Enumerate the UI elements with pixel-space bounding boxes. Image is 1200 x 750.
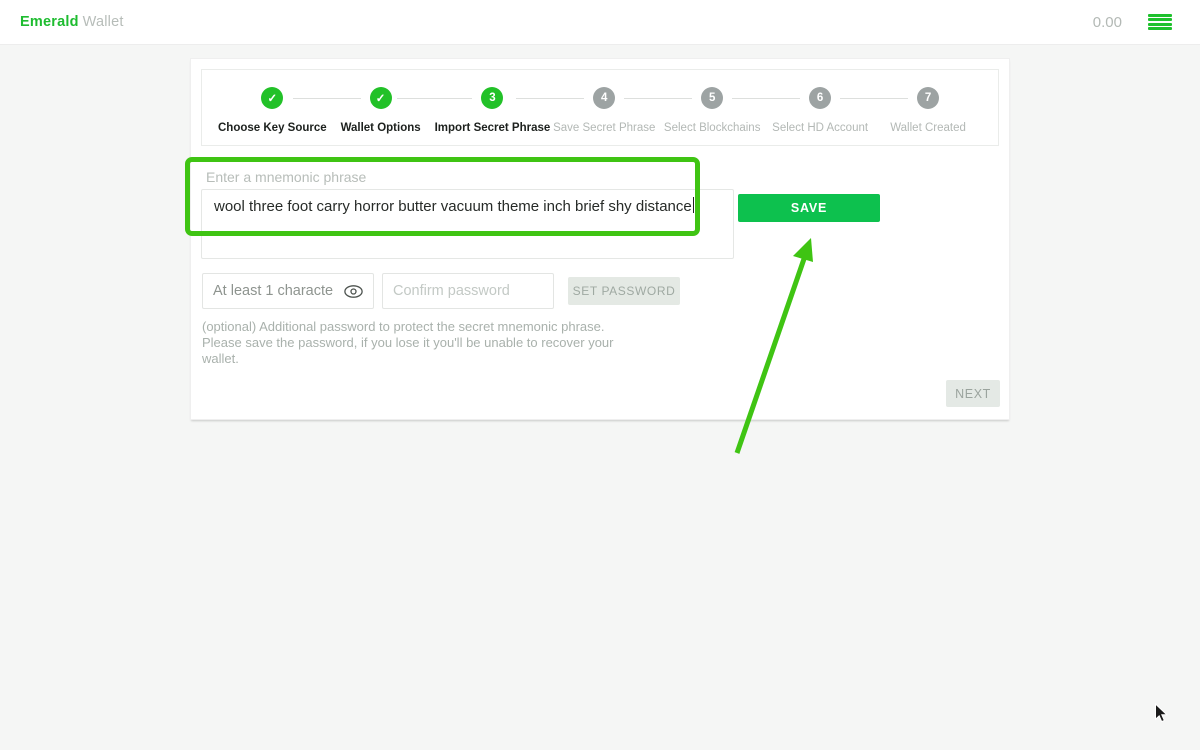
step-connector	[396, 98, 473, 99]
next-button[interactable]: NEXT	[946, 380, 1000, 407]
step-number: 6	[809, 87, 832, 109]
password-input[interactable]	[213, 283, 343, 299]
step-connector	[516, 98, 585, 99]
step-label: Select HD Account	[772, 122, 869, 134]
password-field[interactable]	[202, 273, 374, 309]
wizard-stepper: ✓ Choose Key Source ✓ Wallet Options 3 I…	[201, 69, 999, 146]
set-password-button[interactable]: SET PASSWORD	[568, 277, 680, 305]
step-choose-key-source: ✓ Choose Key Source	[218, 87, 327, 134]
step-number: 5	[701, 87, 724, 109]
mnemonic-textarea[interactable]: wool three foot carry horror butter vacu…	[201, 189, 734, 259]
mnemonic-label: Enter a mnemonic phrase	[206, 169, 367, 185]
mouse-cursor-icon	[1155, 703, 1169, 723]
hamburger-menu-icon[interactable]	[1148, 14, 1172, 30]
step-label: Select Blockchains	[663, 122, 761, 134]
step-wallet-created: 7 Wallet Created	[840, 87, 982, 134]
brand-wallet: Wallet	[82, 14, 124, 30]
step-number: 3	[481, 87, 504, 109]
step-number: 4	[593, 87, 616, 109]
step-label: Import Secret Phrase	[434, 122, 551, 134]
eye-icon[interactable]	[343, 281, 363, 301]
step-label: Wallet Created	[890, 122, 966, 134]
save-button[interactable]: SAVE	[738, 194, 880, 222]
brand-emerald: Emerald	[20, 14, 79, 30]
step-connector	[624, 98, 693, 99]
confirm-password-input[interactable]	[393, 283, 543, 299]
check-icon: ✓	[261, 87, 284, 109]
create-wallet-card: ✓ Choose Key Source ✓ Wallet Options 3 I…	[190, 58, 1010, 420]
step-number: 7	[917, 87, 940, 109]
top-bar: Emerald Wallet 0.00	[0, 0, 1200, 45]
step-select-hd-account: 6 Select HD Account	[732, 87, 874, 134]
password-note: (optional) Additional password to protec…	[202, 319, 614, 366]
text-caret	[692, 197, 695, 213]
step-label: Choose Key Source	[218, 122, 327, 134]
check-icon: ✓	[369, 87, 392, 109]
step-wallet-options: ✓ Wallet Options	[292, 87, 435, 134]
step-connector	[292, 98, 361, 99]
step-import-secret-phrase: 3 Import Secret Phrase	[396, 87, 551, 134]
step-save-secret-phrase: 4 Save Secret Phrase	[516, 87, 658, 134]
step-connector	[732, 98, 801, 99]
step-select-blockchains: 5 Select Blockchains	[624, 87, 766, 134]
app-title: Emerald Wallet	[20, 14, 124, 30]
step-label: Save Secret Phrase	[553, 122, 656, 134]
mnemonic-value: wool three foot carry horror butter vacu…	[214, 198, 692, 215]
confirm-password-field[interactable]	[382, 273, 554, 309]
step-connector	[840, 98, 909, 99]
total-balance: 0.00	[1092, 13, 1122, 31]
step-label: Wallet Options	[340, 122, 421, 134]
